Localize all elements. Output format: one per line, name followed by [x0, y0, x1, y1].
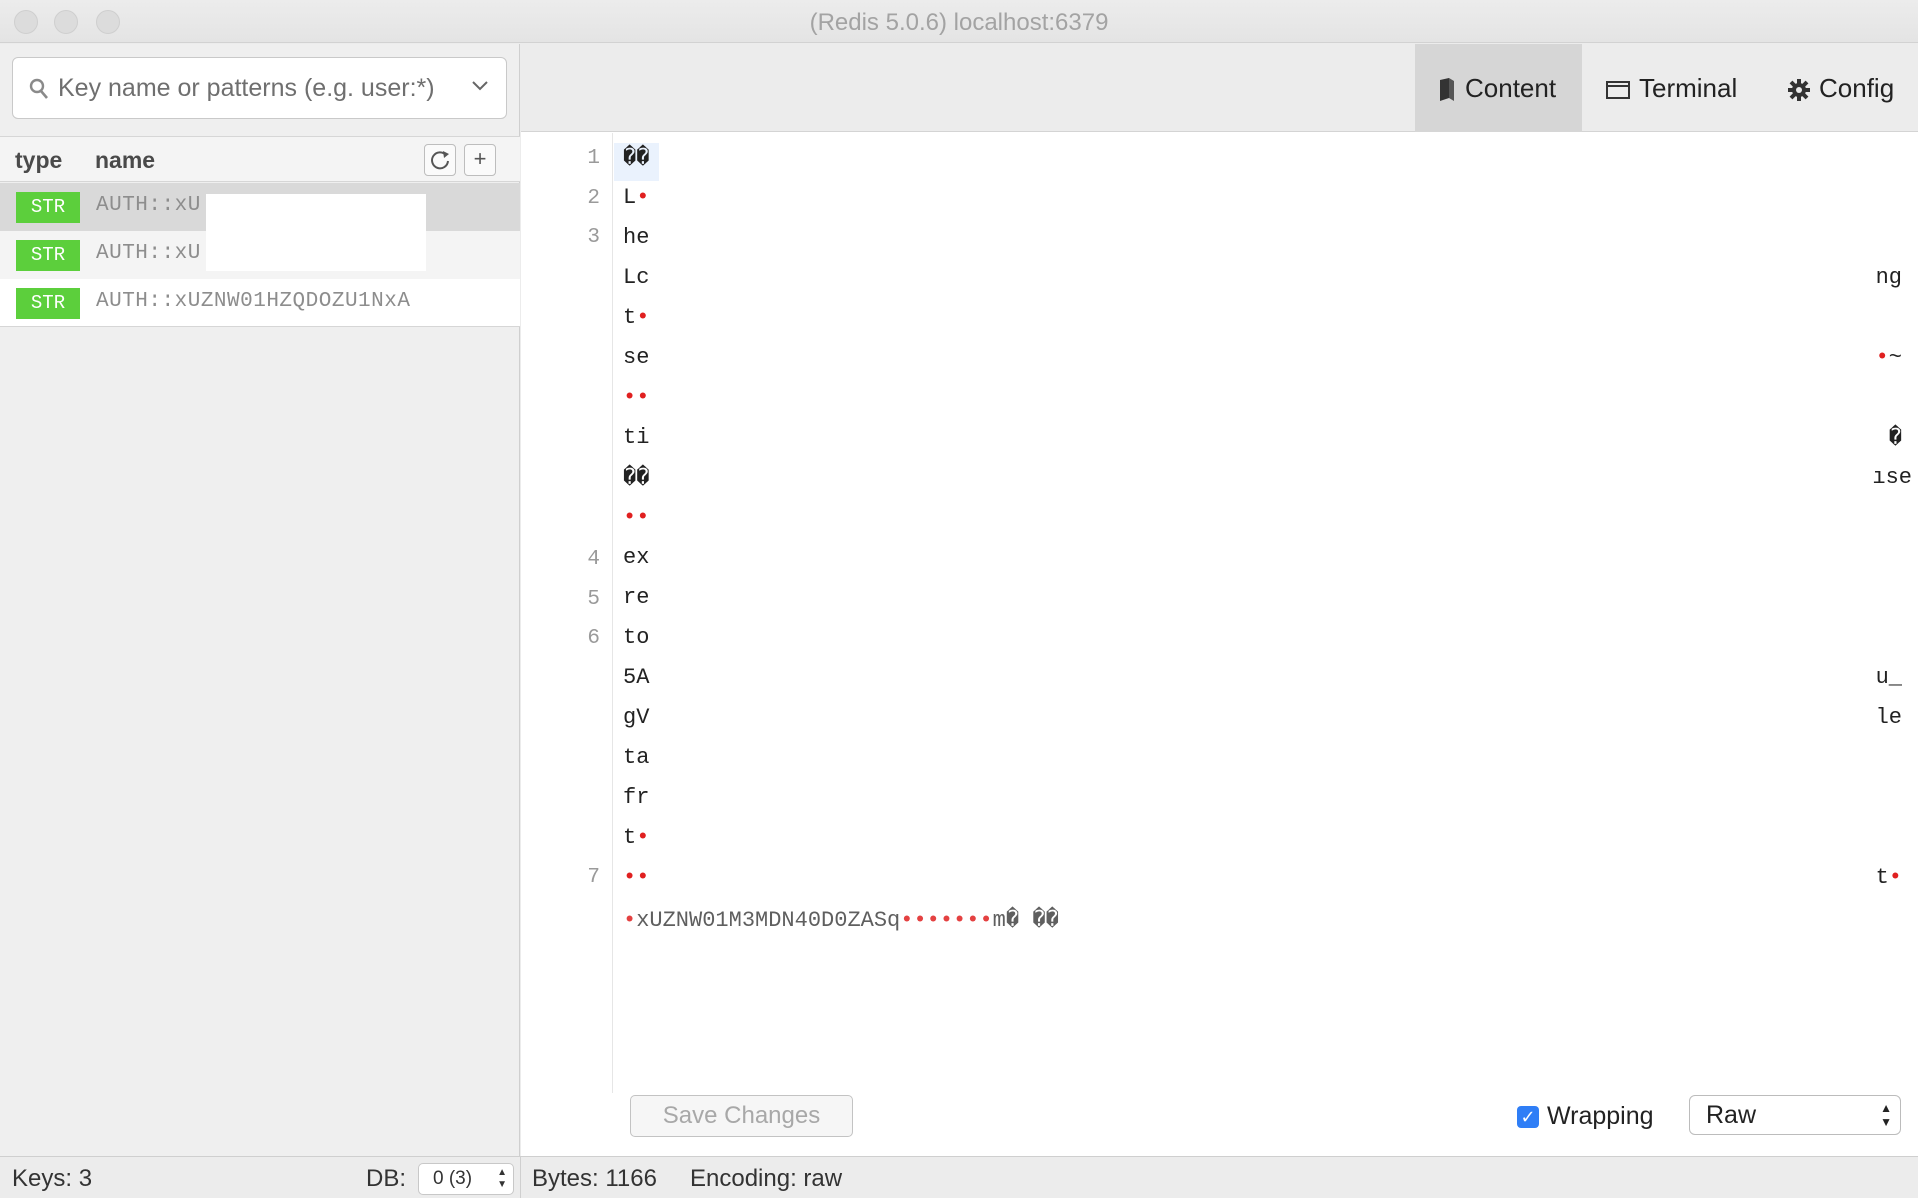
status-divider: [520, 1157, 521, 1198]
key-row[interactable]: STR AUTH::xUZNW01HZQDOZU1NxA: [0, 279, 520, 327]
line-number: 4: [587, 548, 600, 571]
code-fragment: �: [1888, 426, 1902, 451]
code-fragment: ex: [623, 545, 650, 570]
tab-config[interactable]: Config: [1787, 44, 1912, 132]
line-number: 5: [587, 588, 600, 611]
code-fragment: le: [1875, 705, 1902, 730]
code-fragment: ••: [623, 385, 650, 410]
line-number: 7: [587, 866, 600, 889]
title-bar: (Redis 5.0.6) localhost:6379: [0, 0, 1918, 43]
code-fragment: se: [623, 345, 650, 370]
type-column-header: type: [15, 147, 63, 173]
window-icon: [1606, 81, 1630, 100]
search-box[interactable]: [12, 57, 507, 119]
code-fragment: ıse: [1872, 465, 1912, 490]
type-badge: STR: [16, 240, 80, 271]
code-fragment: •~: [1875, 345, 1902, 370]
format-select[interactable]: Raw ▲ ▼: [1689, 1095, 1901, 1135]
db-label: DB:: [366, 1165, 407, 1192]
code-fragment: L•: [623, 185, 650, 210]
code-fragment: t•: [623, 825, 650, 850]
search-input[interactable]: [58, 58, 458, 118]
name-column-header: name: [95, 147, 156, 173]
line-number: 6: [587, 627, 600, 650]
code-fragment: ••: [623, 865, 650, 890]
code-fragment: ��: [623, 466, 650, 491]
chevron-down-icon[interactable]: [470, 76, 490, 96]
line-number: 2: [587, 187, 600, 210]
type-badge: STR: [16, 288, 80, 319]
view-toolbar: Content Terminal Config: [521, 44, 1918, 132]
tab-content[interactable]: Content: [1415, 44, 1582, 132]
keys-count: Keys: 3: [12, 1165, 93, 1192]
key-list-header: type name +: [0, 136, 520, 182]
status-bar: Keys: 3 DB: 0 (3) ▲ ▼ Bytes: 1166 Encodin…: [0, 1156, 1918, 1198]
code-fragment: ng: [1875, 265, 1902, 290]
type-badge: STR: [16, 192, 80, 223]
redaction-overlay: [206, 194, 426, 271]
code-fragment: ti: [623, 425, 650, 450]
search-icon: [29, 78, 48, 99]
code-fragment: fr: [623, 785, 650, 810]
refresh-icon: [431, 151, 449, 170]
save-changes-button[interactable]: Save Changes: [630, 1095, 853, 1137]
redaction-overlay: [659, 141, 1899, 919]
line-number: 3: [587, 226, 600, 249]
value-editor[interactable]: 1 2 3 4 5 6 7 �� L• he Lc t• se •• ti ��…: [521, 133, 1918, 1093]
code-fragment: to: [623, 625, 650, 650]
key-name: AUTH::xUZNW01HZQDOZU1NxA: [96, 290, 411, 313]
tab-terminal[interactable]: Terminal: [1605, 44, 1765, 132]
gear-icon: [1788, 79, 1810, 102]
code-fragment: ta: [623, 745, 650, 770]
code-fragment: ••: [623, 505, 650, 530]
wrapping-label[interactable]: Wrapping: [1547, 1102, 1654, 1131]
window-title: (Redis 5.0.6) localhost:6379: [809, 9, 1109, 36]
encoding-info: Encoding: raw: [690, 1165, 843, 1192]
refresh-button[interactable]: [424, 144, 456, 176]
line-number: 1: [587, 147, 600, 170]
line-number-gutter: 1 2 3 4 5 6 7: [521, 133, 613, 1093]
wrapping-checkbox[interactable]: ✓: [1517, 1106, 1539, 1128]
code-fragment: u_: [1875, 665, 1902, 690]
code-fragment: he: [623, 225, 650, 250]
select-arrows-icon: ▲ ▼: [1880, 1101, 1892, 1129]
code-fragment: t•: [623, 305, 650, 330]
code-fragment: Lc: [623, 265, 650, 290]
code-fragment: •xUZNW01M3MDN40D0ZASq•••••••m� ��: [623, 908, 1059, 933]
book-icon: [1440, 78, 1454, 102]
code-fragment: t•: [1875, 865, 1902, 890]
code-fragment: gV: [623, 705, 650, 730]
code-fragment: ��: [623, 146, 650, 171]
select-arrows-icon: ▲ ▼: [497, 1167, 507, 1190]
add-key-button[interactable]: +: [464, 144, 496, 176]
code-fragment: re: [623, 585, 650, 610]
code-fragment: 5A: [623, 665, 650, 690]
bytes-info: Bytes: 1166: [532, 1165, 657, 1192]
key-sidebar: type name + STR AUTH::xUA STR AUTH::xUA …: [0, 44, 520, 1156]
db-select[interactable]: 0 (3) ▲ ▼: [418, 1163, 514, 1195]
main-panel: Content Terminal Config 1 2 3 4 5 6 7 ��…: [521, 44, 1918, 1156]
